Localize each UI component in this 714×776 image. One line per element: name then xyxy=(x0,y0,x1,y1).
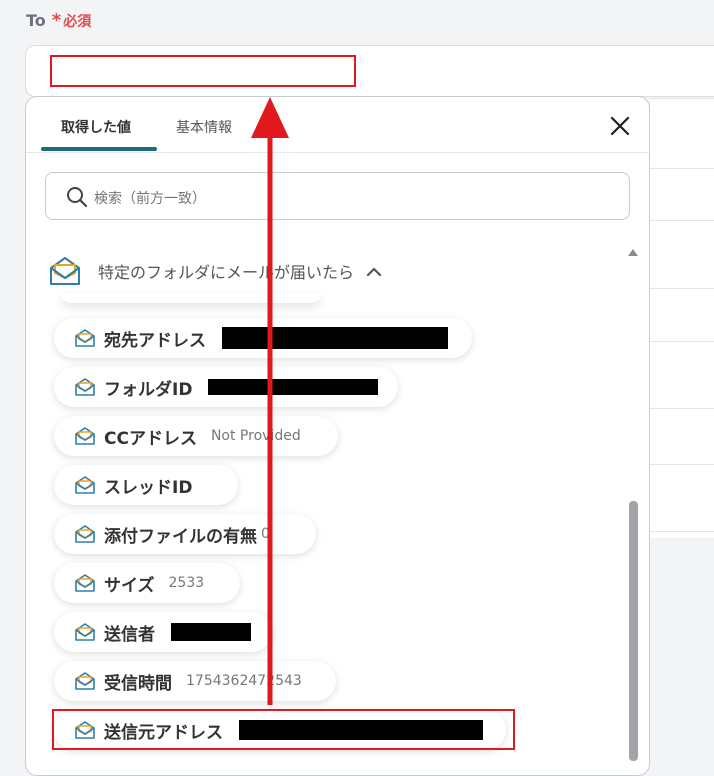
redacted-value xyxy=(222,327,448,349)
mail-open-icon xyxy=(75,672,95,690)
list-item-folder-id[interactable]: フォルダID xyxy=(54,367,398,407)
item-value: 2533 xyxy=(168,575,205,591)
mail-open-icon xyxy=(75,476,95,494)
search-input[interactable]: 検索（前方一致） xyxy=(45,172,630,220)
mail-open-icon xyxy=(75,623,95,641)
required-star: * xyxy=(51,10,62,31)
redacted-value xyxy=(208,379,379,395)
close-icon[interactable] xyxy=(609,115,631,137)
mail-open-icon xyxy=(50,257,80,285)
list-item-thread-id[interactable]: スレッドID xyxy=(54,465,238,505)
item-value: Not Provided xyxy=(210,428,301,444)
redacted-value xyxy=(171,623,251,641)
search-placeholder: 検索（前方一致） xyxy=(94,191,206,207)
list-item-cc-address[interactable]: CCアドレス Not Provided xyxy=(54,416,338,456)
popup-tabs: 取得した値 基本情報 xyxy=(26,97,649,153)
item-value: 0 xyxy=(261,526,270,542)
mail-open-icon xyxy=(75,574,95,592)
item-label: 送信者 xyxy=(104,624,155,645)
chevron-up-icon[interactable] xyxy=(366,265,382,277)
search-icon xyxy=(67,187,88,208)
mail-open-icon xyxy=(75,427,95,445)
value-picker-popup: 取得した値 基本情報 検索（前方一致） 特定のフォルダにメールが届いたら 宛先ア… xyxy=(25,96,650,776)
item-label: 添付ファイルの有無 xyxy=(104,526,257,547)
list-item-size[interactable]: サイズ 2533 xyxy=(54,563,240,603)
highlight-box-sender-address xyxy=(52,709,515,750)
list-item-received-time[interactable]: 受信時間 1754362472543 xyxy=(54,661,336,701)
list-item-recipient-address[interactable]: 宛先アドレス xyxy=(54,318,472,358)
scrollbar-thumb[interactable] xyxy=(629,501,638,761)
active-tab-indicator xyxy=(41,147,157,151)
field-label-text: To xyxy=(26,11,46,30)
scroll-up-arrow-icon[interactable] xyxy=(627,247,639,257)
scrollbar[interactable] xyxy=(627,247,639,772)
mail-open-icon xyxy=(75,329,95,347)
mail-open-icon xyxy=(75,378,95,396)
group-title: 特定のフォルダにメールが届いたら xyxy=(98,263,355,282)
mail-open-icon xyxy=(75,525,95,543)
group-header[interactable]: 特定のフォルダにメールが届いたら xyxy=(48,255,382,287)
item-value: 1754362472543 xyxy=(186,673,302,689)
item-label: サイズ xyxy=(104,575,155,596)
item-label: CCアドレス xyxy=(104,428,197,449)
list-item-partial xyxy=(61,293,321,303)
highlight-box-to-input xyxy=(50,55,356,87)
item-label: 受信時間 xyxy=(104,673,172,694)
list-item-sender[interactable]: 送信者 xyxy=(54,612,272,652)
required-text: 必須 xyxy=(63,13,92,30)
item-label: フォルダID xyxy=(104,379,193,400)
tab-acquired-values[interactable]: 取得した値 xyxy=(61,117,131,137)
item-label: 宛先アドレス xyxy=(104,330,206,351)
to-field-label: To * 必須 xyxy=(26,10,91,31)
list-item-has-attachments[interactable]: 添付ファイルの有無 0 xyxy=(54,514,316,554)
item-label: スレッドID xyxy=(104,477,193,498)
background-form xyxy=(650,98,714,538)
tab-basic-info[interactable]: 基本情報 xyxy=(176,117,232,137)
